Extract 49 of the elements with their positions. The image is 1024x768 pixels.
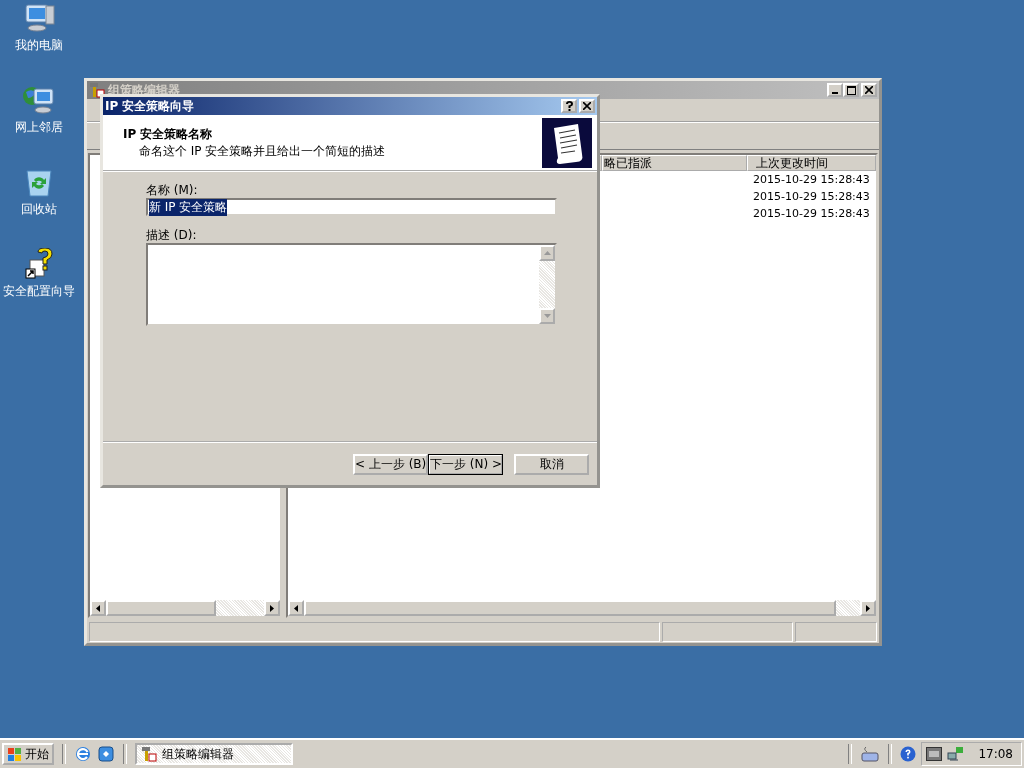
close-icon: [583, 102, 591, 110]
table-cell: 2015-10-29 15:28:43: [753, 190, 870, 203]
left-arrow-icon[interactable]: [96, 604, 100, 612]
keyboard-icon[interactable]: [860, 746, 881, 762]
desktop-icon-label[interactable]: 网上邻居: [15, 119, 63, 136]
wizard-step-description: 命名这个 IP 安全策略并且给出一个简短的描述: [138, 142, 387, 160]
close-button[interactable]: [579, 99, 595, 113]
close-button[interactable]: [861, 83, 877, 97]
right-arrow-icon[interactable]: [866, 604, 870, 612]
description-field[interactable]: [146, 243, 557, 326]
column-header[interactable]: 略已指派: [602, 155, 747, 171]
start-button[interactable]: 开始: [2, 743, 54, 765]
field-label: 描述 (D):: [146, 227, 198, 241]
help-document-shortcut-icon[interactable]: [22, 248, 56, 280]
clock[interactable]: 17:08: [978, 747, 1013, 761]
right-arrow-icon[interactable]: [270, 604, 274, 612]
close-icon: [865, 86, 873, 94]
maximize-icon: [846, 85, 856, 95]
left-arrow-icon[interactable]: [294, 604, 298, 612]
wizard-button[interactable]: < 上一步 (B): [353, 453, 428, 475]
help-icon[interactable]: [900, 746, 917, 762]
desktop-icon-label[interactable]: 我的电脑: [15, 37, 63, 54]
scrollbar-thumb[interactable]: [106, 600, 216, 616]
help-icon: [565, 101, 573, 111]
name-field[interactable]: 新 IP 安全策略: [146, 198, 557, 216]
policy-editor-icon: [89, 82, 105, 98]
maximize-button[interactable]: [843, 83, 859, 97]
wizard-button[interactable]: 取消: [514, 453, 589, 475]
column-header[interactable]: 上次更改时间: [747, 155, 876, 171]
table-cell: 2015-10-29 15:28:43: [753, 207, 870, 220]
desktop-shortcut-icon[interactable]: [97, 745, 115, 763]
computer-icon[interactable]: [22, 2, 56, 34]
browser-e-icon[interactable]: [74, 745, 92, 763]
wizard-button[interactable]: 下一步 (N) >: [428, 453, 503, 475]
desktop-icon-label[interactable]: 回收站: [21, 201, 57, 218]
horizontal-scrollbar[interactable]: [90, 600, 280, 616]
network-icon[interactable]: [946, 746, 965, 762]
minimize-button[interactable]: [827, 83, 843, 97]
policy-editor-icon: [141, 746, 157, 762]
dialog-title: IP 安全策略向导: [105, 97, 196, 115]
taskbar-task[interactable]: 组策略编辑器: [135, 743, 293, 765]
help-button[interactable]: [561, 99, 577, 113]
windows-logo-icon: [7, 746, 23, 762]
table-cell: 2015-10-29 15:28:43: [753, 173, 870, 186]
wizard-step-title: IP 安全策略名称: [123, 125, 214, 143]
field-label: 名称 (M):: [146, 182, 199, 196]
vm-icon[interactable]: [926, 746, 943, 762]
desktop-icon-label[interactable]: 安全配置向导: [3, 283, 75, 300]
network-computer-icon[interactable]: [22, 84, 56, 116]
